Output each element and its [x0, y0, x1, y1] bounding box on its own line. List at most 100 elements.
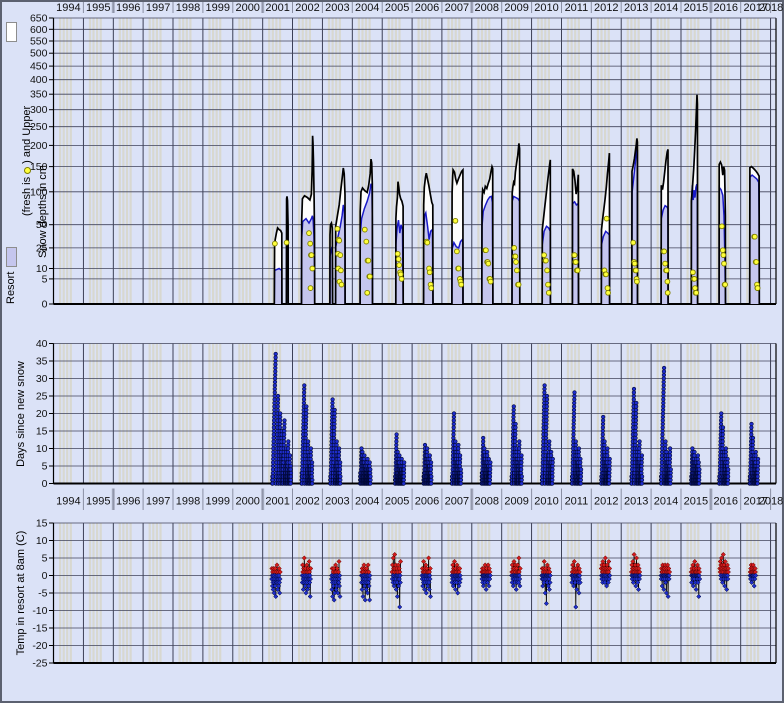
temp-dot	[453, 587, 457, 591]
fresh-snow-dot	[337, 238, 342, 243]
fresh-snow-dot	[573, 260, 578, 265]
y-tick-label: 20	[36, 408, 48, 420]
year-label: 1997	[146, 496, 170, 508]
fresh-snow-dot	[310, 266, 315, 271]
temp-panel	[269, 552, 758, 609]
fresh-snow-dot	[425, 240, 430, 245]
year-label: 2000	[235, 496, 259, 508]
fresh-snow-dot	[544, 258, 549, 263]
year-label: 2008	[475, 496, 499, 508]
year-label: 2007	[445, 496, 469, 508]
y-tick-label: 25	[36, 391, 48, 403]
y-tick-label: 10	[36, 443, 48, 455]
season-stripes	[59, 18, 759, 662]
snow-season-2009	[512, 143, 521, 304]
year-label: 2011	[565, 2, 589, 14]
year-label: 1995	[86, 496, 110, 508]
fresh-snow-dot	[513, 254, 518, 259]
fresh-snow-dot	[663, 261, 668, 266]
fresh-snow-dot	[720, 248, 725, 253]
year-label: 2006	[415, 496, 439, 508]
y-tick-label: 450	[30, 61, 48, 73]
fresh-snow-dot	[308, 241, 313, 246]
y-tick-label: -5	[38, 588, 47, 600]
year-label: 2000	[235, 2, 259, 14]
fresh-snow-dot	[484, 248, 489, 253]
days-season-2006	[422, 443, 433, 485]
fresh-snow-dot	[515, 268, 520, 273]
snow-season-2017	[750, 167, 760, 304]
fresh-snow-dot	[723, 282, 728, 287]
fresh-snow-dot	[396, 257, 401, 262]
fresh-snow-dot	[665, 290, 670, 295]
fresh-snow-dot	[546, 282, 551, 287]
year-label: 2011	[565, 496, 589, 508]
fresh-snow-dot	[722, 261, 727, 266]
temp-dot	[398, 605, 402, 609]
fresh-snow-dot	[364, 239, 369, 244]
year-label: 2001	[265, 496, 289, 508]
y-tick-label: 300	[30, 104, 48, 116]
y-tick-label: 5	[42, 273, 48, 285]
y-tick-label: 500	[30, 48, 48, 60]
fresh-snow-dot	[664, 268, 669, 273]
chart-svg: 0510255010015020025030035040045050055060…	[0, 0, 784, 703]
fresh-snow-dot	[455, 249, 460, 254]
fresh-snow-dot	[692, 277, 697, 282]
fresh-snow-dot	[339, 282, 344, 287]
top-year-band: 1994199519961997199819992000200120022003…	[56, 2, 783, 14]
fresh-snow-dot	[338, 253, 343, 258]
year-label: 2004	[355, 2, 379, 14]
y-tick-label: -25	[32, 658, 47, 670]
y-tick-label: 350	[30, 89, 48, 101]
y-tick-label: 10	[36, 263, 48, 275]
fresh-snow-dot	[604, 216, 609, 221]
year-label: 2004	[355, 496, 379, 508]
year-label: 2014	[654, 2, 678, 14]
days-season-2009	[510, 405, 524, 486]
fresh-snow-dot	[397, 263, 402, 268]
fresh-snow-dot	[459, 282, 464, 287]
year-label: 2018	[759, 2, 783, 14]
year-label: 2007	[445, 2, 469, 14]
year-label: 2013	[624, 2, 648, 14]
fresh-snow-dot	[339, 268, 344, 273]
y-tick-label: -15	[32, 623, 47, 635]
temp-season-2017	[748, 563, 758, 588]
temp-dot	[752, 584, 756, 588]
fresh-snow-dot	[368, 274, 373, 279]
temp-dot	[636, 587, 640, 591]
snow-season-2007	[452, 170, 464, 304]
year-label: 2003	[325, 2, 349, 14]
year-label: 2006	[415, 2, 439, 14]
year-label: 2018	[759, 496, 783, 508]
fresh-snow-dot	[308, 286, 313, 291]
year-label: 2009	[504, 496, 528, 508]
fresh-snow-dot	[395, 251, 400, 256]
fresh-snow-dot	[631, 240, 636, 245]
year-label: 2005	[385, 496, 409, 508]
year-label: 2003	[325, 496, 349, 508]
year-label: 2010	[534, 2, 558, 14]
year-label: 2016	[714, 496, 738, 508]
fresh-snow-dot	[632, 261, 637, 266]
y-tick-label: 0	[42, 478, 48, 490]
y-tick-label: 100	[30, 186, 48, 198]
year-label: 1997	[146, 2, 170, 14]
fresh-snow-dot	[545, 268, 550, 273]
fresh-snow-dot	[427, 270, 432, 275]
fresh-snow-dot	[665, 279, 670, 284]
snow-season-2010	[542, 160, 552, 304]
y-tick-label: 150	[30, 161, 48, 173]
y-tick-label: 5	[42, 553, 48, 565]
fresh-snow-dot	[488, 279, 493, 284]
fresh-snow-dot	[572, 253, 577, 258]
resort-depth-fill	[274, 269, 282, 305]
fresh-snow-dot	[606, 290, 611, 295]
y-tick-label: 400	[30, 74, 48, 86]
fresh-snow-dot	[365, 290, 370, 295]
y-tick-label: 15	[36, 426, 48, 438]
y-tick-label: 0	[42, 299, 48, 311]
year-label: 2014	[654, 496, 678, 508]
temp-dot	[577, 591, 581, 595]
